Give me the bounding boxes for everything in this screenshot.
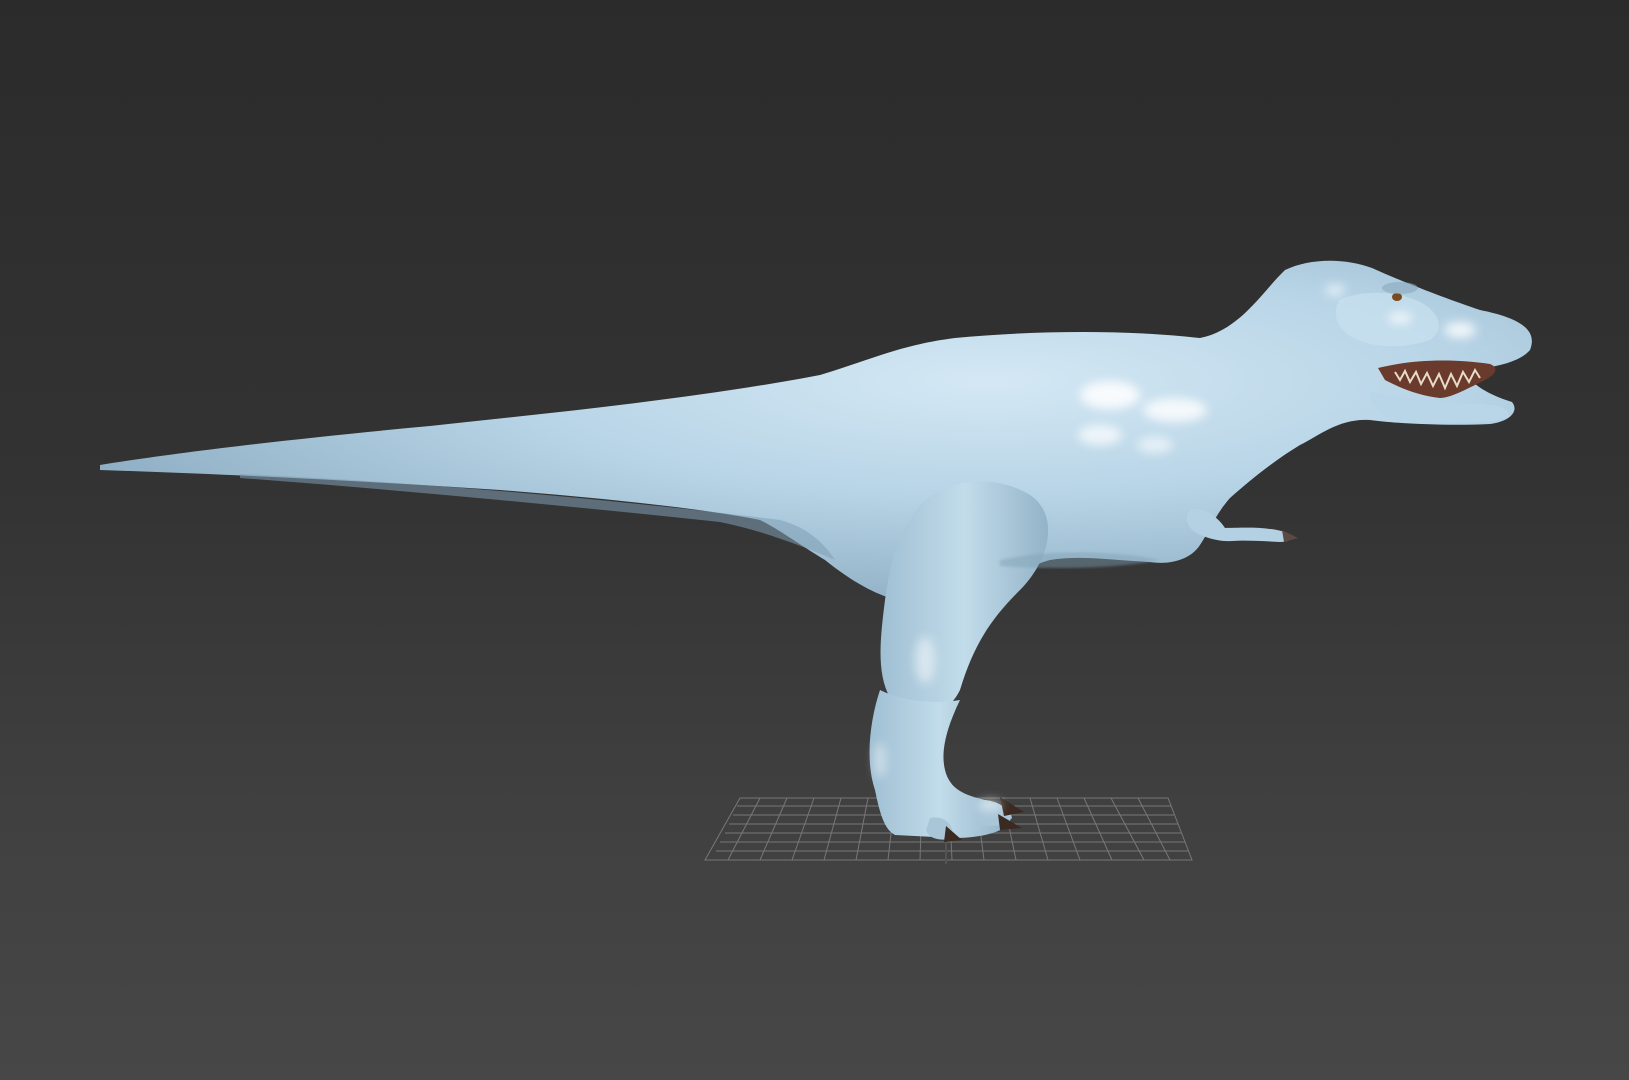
3d-viewport[interactable] [0,0,1629,1080]
arm-claw [1282,530,1298,542]
eye-socket-shade [1382,282,1418,294]
dinosaur-body [100,260,1532,605]
viewport-canvas[interactable] [0,0,1629,1080]
dinosaur-eye [1392,293,1402,301]
